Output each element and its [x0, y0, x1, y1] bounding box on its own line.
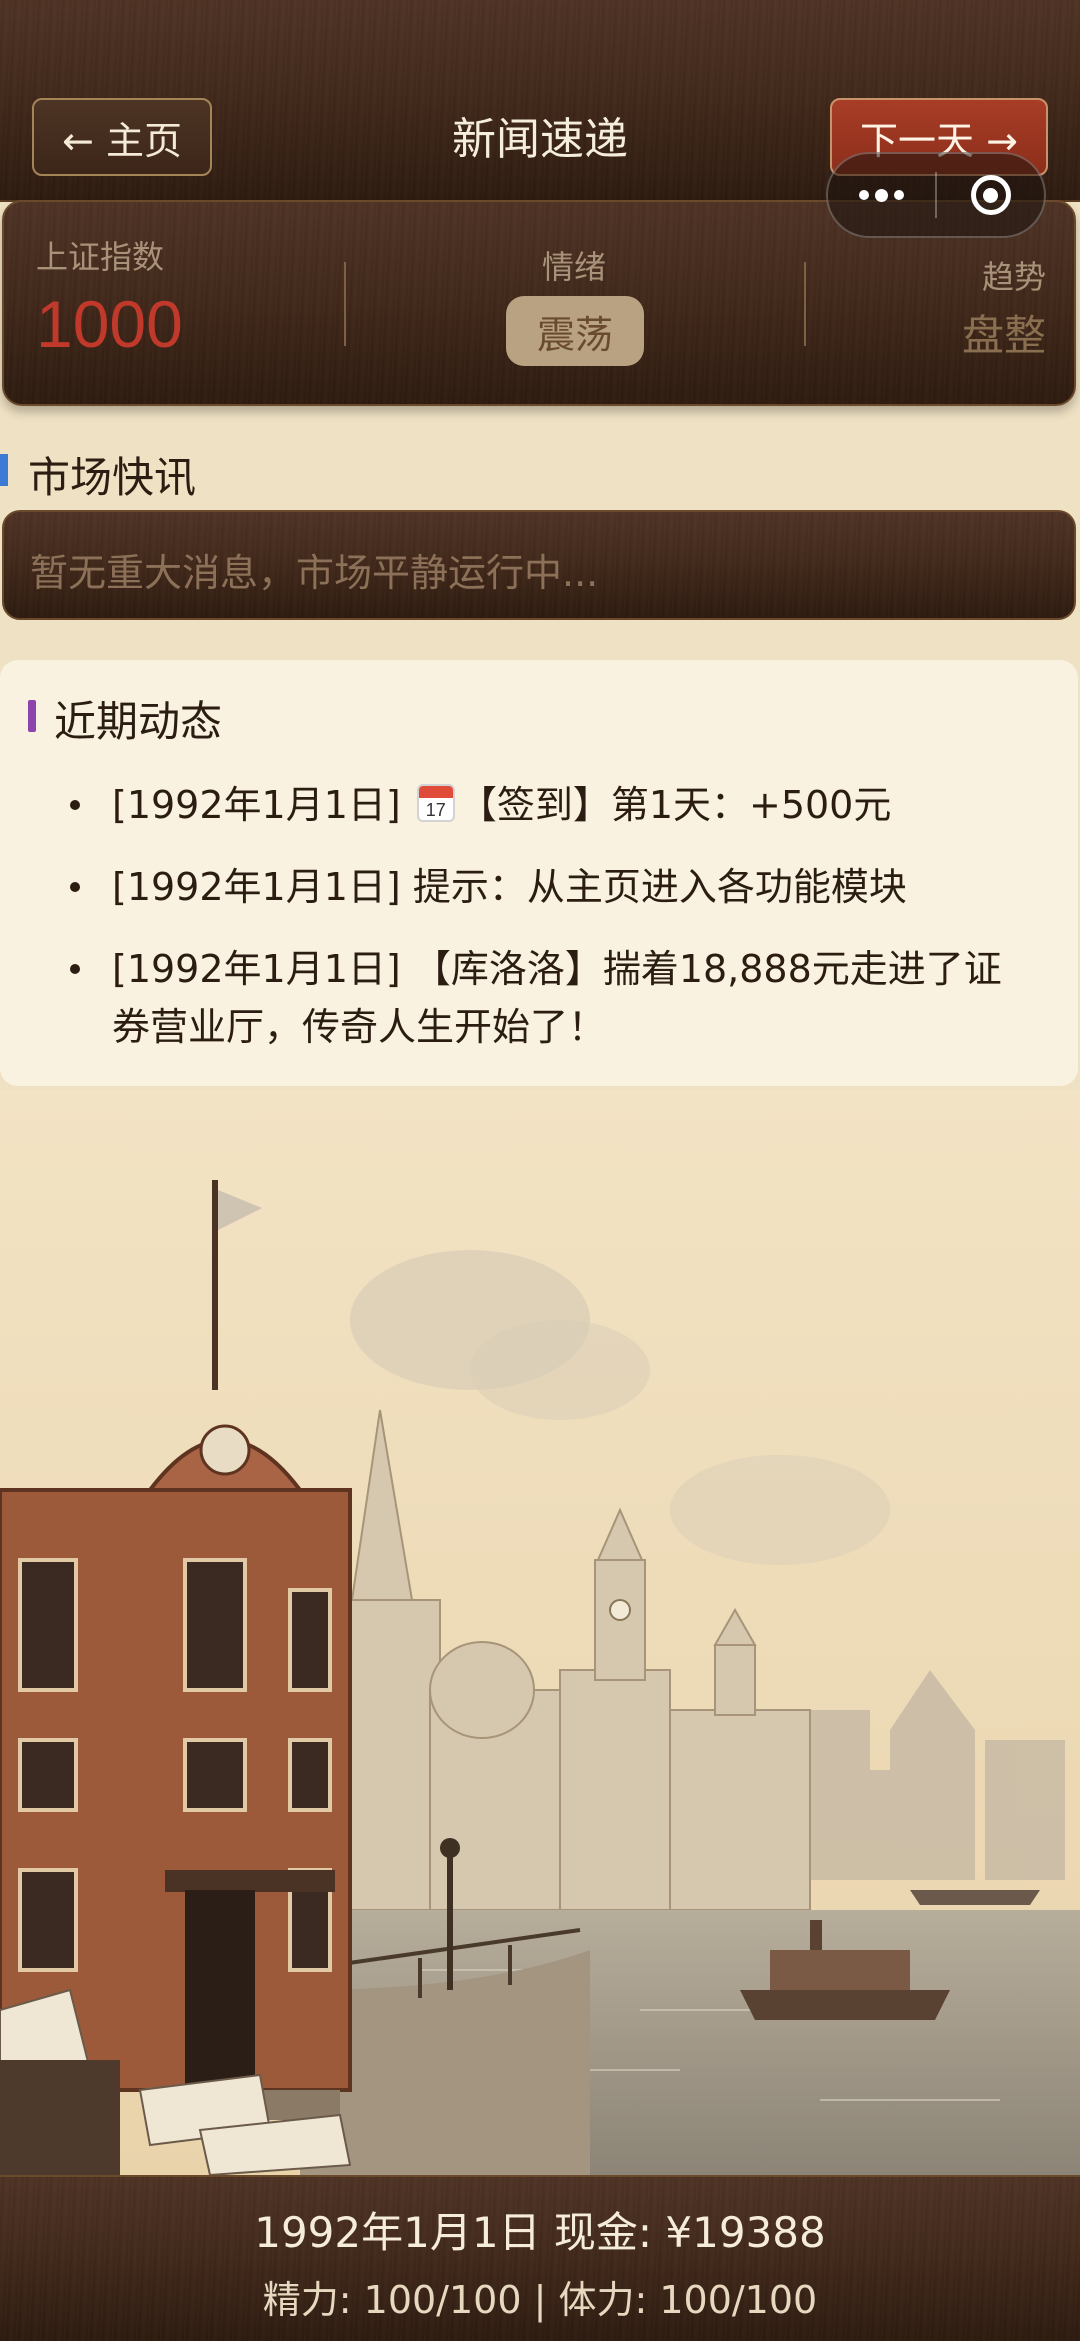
news-text: 【签到】第1天：+500元 — [458, 783, 892, 827]
news-date: [1992年1月1日] — [112, 865, 401, 909]
stats-divider — [344, 262, 346, 346]
bund-illustration-svg — [0, 1090, 1080, 2177]
section-accent-bar — [0, 454, 8, 486]
status-footer: 1992年1月1日 现金: ¥19388 精力: 100/100 | 体力: 1… — [0, 2175, 1080, 2341]
news-text: 提示：从主页进入各功能模块 — [412, 865, 907, 909]
market-flash-text: 暂无重大消息，市场平静运行中... — [30, 551, 599, 595]
date-cash-status: 1992年1月1日 现金: ¥19388 — [254, 2208, 826, 2257]
home-button[interactable]: ← 主页 — [32, 98, 212, 176]
market-flash-box: 暂无重大消息，市场平静运行中... — [2, 510, 1076, 620]
market-flash-title: 市场快讯 — [28, 453, 197, 502]
trend-label: 趋势 — [981, 258, 1046, 296]
list-bullet — [70, 964, 80, 974]
recent-updates-card: 近期动态 [1992年1月1日] 17 【签到】第1天：+500元 [1992年1… — [0, 660, 1078, 1086]
energy-stamina-status: 精力: 100/100 | 体力: 100/100 — [262, 2278, 818, 2322]
list-bullet — [70, 800, 80, 810]
mini-program-capsule — [826, 152, 1046, 238]
trend-value: 盘整 — [961, 311, 1046, 360]
news-item: [1992年1月1日] 17 【签到】第1天：+500元 — [112, 776, 1032, 834]
close-miniprogram-icon[interactable] — [937, 175, 1044, 215]
index-value: 1000 — [36, 287, 183, 361]
news-item: [1992年1月1日] 提示：从主页进入各功能模块 — [112, 858, 1032, 916]
list-bullet — [70, 882, 80, 892]
news-date: [1992年1月1日] — [112, 947, 401, 991]
index-label: 上证指数 — [36, 238, 165, 276]
news-item: [1992年1月1日] 【库洛洛】揣着18,888元走进了证券营业厅，传奇人生开… — [112, 940, 1032, 1056]
mood-label: 情绪 — [541, 248, 606, 286]
recent-updates-title: 近期动态 — [54, 697, 223, 746]
news-date: [1992年1月1日] — [112, 783, 401, 827]
bund-illustration — [0, 1090, 1080, 2177]
section-accent-bar — [28, 700, 36, 732]
calendar-icon: 17 — [416, 784, 455, 822]
more-menu-icon[interactable] — [828, 188, 935, 202]
stats-divider — [804, 262, 806, 346]
mood-badge: 震荡 — [506, 296, 644, 366]
